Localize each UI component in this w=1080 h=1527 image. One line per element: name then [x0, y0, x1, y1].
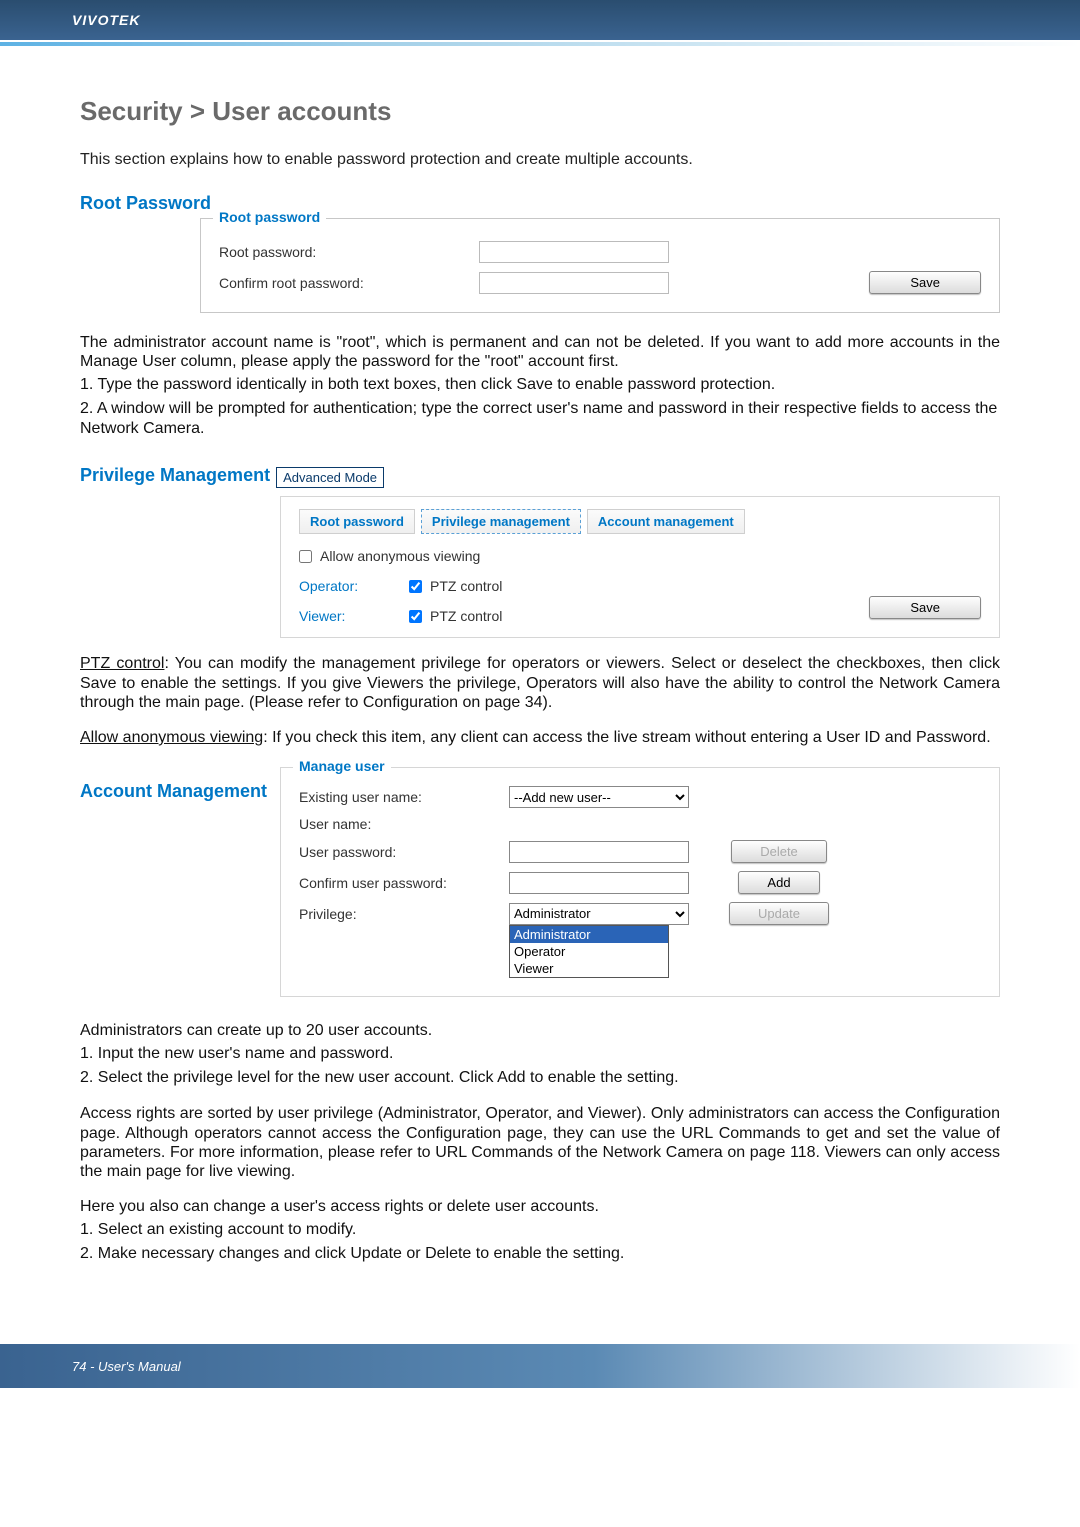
privilege-option-viewer[interactable]: Viewer — [510, 960, 668, 977]
change-rights-paragraph: Here you also can change a user's access… — [80, 1197, 1000, 1216]
root-password-step1: 1. Type the password identically in both… — [80, 375, 1000, 395]
advanced-mode-badge: Advanced Mode — [276, 467, 384, 488]
viewer-ptz-label: PTZ control — [430, 608, 502, 624]
viewer-ptz-checkbox[interactable] — [409, 610, 422, 623]
footer-bar: 74 - User's Manual — [0, 1344, 1080, 1388]
confirm-user-password-input[interactable] — [509, 872, 689, 894]
header-bar: VIVOTEK — [0, 0, 1080, 40]
confirm-user-password-label: Confirm user password: — [299, 875, 509, 891]
page-title: Security > User accounts — [80, 96, 1000, 127]
privilege-option-administrator[interactable]: Administrator — [510, 926, 668, 943]
root-password-legend: Root password — [213, 209, 326, 225]
operator-ptz-label: PTZ control — [430, 578, 502, 594]
privilege-label: Privilege: — [299, 906, 509, 922]
admin-create-paragraph: Administrators can create up to 20 user … — [80, 1021, 1000, 1040]
confirm-root-password-label: Confirm root password: — [219, 275, 479, 291]
change-step1: 1. Select an existing account to modify. — [80, 1220, 1000, 1240]
existing-user-label: Existing user name: — [299, 789, 509, 805]
manage-user-legend: Manage user — [293, 758, 391, 774]
footer-page-number: 74 - User's Manual — [72, 1359, 181, 1374]
root-password-step2: 2. A window will be prompted for authent… — [80, 399, 1000, 439]
tab-account-management[interactable]: Account management — [587, 509, 745, 534]
privilege-tabs-area: Root password Privilege management Accou… — [280, 496, 1000, 638]
allow-anonymous-checkbox[interactable] — [299, 550, 312, 563]
root-password-fieldset: Root password Root password: Confirm roo… — [200, 218, 1000, 313]
root-password-label: Root password: — [219, 244, 479, 260]
add-button[interactable]: Add — [738, 871, 819, 894]
tab-root-password[interactable]: Root password — [299, 509, 415, 534]
root-password-paragraph: The administrator account name is "root"… — [80, 333, 1000, 371]
user-password-label: User password: — [299, 844, 509, 860]
anon-viewing-paragraph: Allow anonymous viewing: If you check th… — [80, 728, 1000, 747]
admin-step1: 1. Input the new user's name and passwor… — [80, 1044, 1000, 1064]
root-password-save-button[interactable]: Save — [869, 271, 981, 294]
existing-user-select[interactable]: --Add new user-- — [509, 786, 689, 808]
confirm-root-password-input[interactable] — [479, 272, 669, 294]
update-button[interactable]: Update — [729, 902, 829, 925]
privilege-save-button[interactable]: Save — [869, 596, 981, 619]
anon-viewing-underline-label: Allow anonymous viewing — [80, 729, 263, 746]
operator-label: Operator: — [299, 578, 409, 594]
user-password-input[interactable] — [509, 841, 689, 863]
intro-text: This section explains how to enable pass… — [80, 151, 1000, 169]
account-management-heading: Account Management — [80, 767, 280, 997]
privilege-management-heading: Privilege Management — [80, 465, 270, 486]
brand-label: VIVOTEK — [72, 12, 140, 28]
delete-button[interactable]: Delete — [731, 840, 827, 863]
privilege-dropdown-list: Administrator Operator Viewer — [509, 925, 669, 978]
access-rights-paragraph: Access rights are sorted by user privile… — [80, 1104, 1000, 1181]
ptz-control-paragraph: PTZ control: You can modify the manageme… — [80, 654, 1000, 712]
operator-ptz-checkbox[interactable] — [409, 580, 422, 593]
change-step2: 2. Make necessary changes and click Upda… — [80, 1244, 1000, 1264]
manage-user-fieldset: Manage user Existing user name: --Add ne… — [280, 767, 1000, 997]
privilege-option-operator[interactable]: Operator — [510, 943, 668, 960]
tab-privilege-management[interactable]: Privilege management — [421, 509, 581, 534]
allow-anonymous-label: Allow anonymous viewing — [320, 548, 480, 564]
content-area: Security > User accounts This section ex… — [0, 46, 1080, 1304]
root-password-input[interactable] — [479, 241, 669, 263]
user-name-label: User name: — [299, 816, 509, 832]
privilege-select[interactable]: Administrator — [509, 903, 689, 925]
ptz-control-underline-label: PTZ control — [80, 655, 164, 672]
admin-step2: 2. Select the privilege level for the ne… — [80, 1068, 1000, 1088]
viewer-label: Viewer: — [299, 608, 409, 624]
